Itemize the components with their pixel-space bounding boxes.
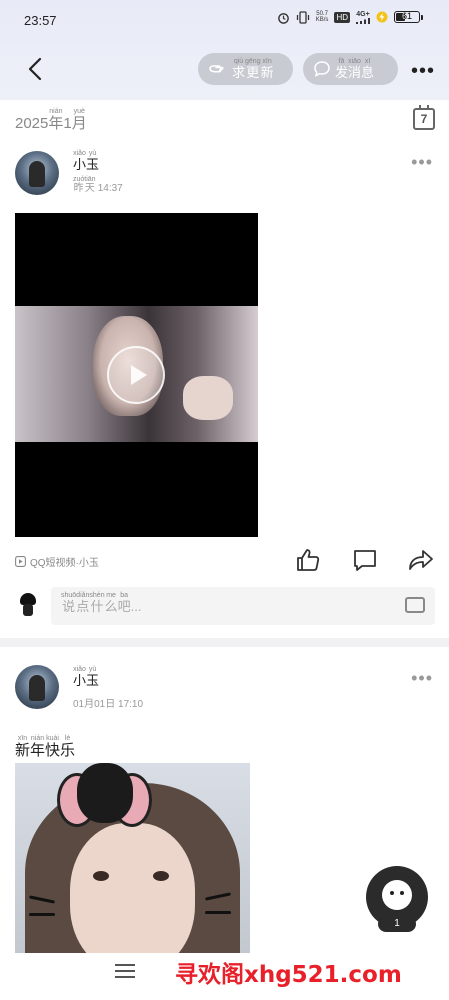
ghost-mascot-icon — [382, 880, 412, 910]
status-time: 23:57 — [24, 13, 57, 28]
watermark: 寻欢阁xhg521.com — [175, 962, 402, 988]
share-icon — [409, 550, 433, 570]
navigation-bar: 求qiú更gēng新xīn 发fā消xiāo息xī ••• — [0, 48, 449, 92]
back-icon — [28, 57, 42, 81]
more-options-button[interactable]: ••• — [411, 60, 435, 83]
date-label: 2025年nián1月yuè — [15, 108, 87, 132]
vibrate-icon — [296, 10, 310, 24]
play-icon[interactable] — [107, 346, 165, 404]
video-source-icon — [15, 556, 26, 567]
network-type: 4G+ — [356, 10, 370, 18]
like-button[interactable] — [293, 545, 323, 575]
comment-input[interactable]: 说shuō点diǎn什shén么me吧ba... — [51, 587, 435, 625]
date-year: 2025 — [15, 115, 49, 132]
video-source[interactable]: QQ短视频·小玉 — [15, 554, 99, 569]
hand-point-icon — [209, 65, 224, 73]
floating-button-count: 1 — [378, 916, 416, 932]
post-photo[interactable] — [15, 763, 250, 953]
status-icons: 50.7 KB/s HD 4G+ 61 — [277, 10, 423, 24]
comment-bar: 说shuō点diǎn什shén么me吧ba... — [15, 587, 435, 627]
share-button[interactable] — [406, 545, 436, 575]
status-bar: 23:57 50.7 KB/s HD 4G+ 61 — [0, 0, 449, 40]
send-message-label: 发fā消xiāo息xī — [335, 57, 375, 80]
send-message-button[interactable]: 发fā消xiāo息xī — [303, 53, 398, 85]
menu-button[interactable] — [115, 964, 135, 980]
chat-bubble-icon — [314, 61, 330, 77]
battery-icon: 61 — [394, 11, 423, 23]
post-author[interactable]: 小xiǎo玉yù — [73, 150, 99, 173]
comment-icon — [354, 550, 376, 571]
seek-update-button[interactable]: 求qiú更gēng新xīn — [198, 53, 293, 85]
avatar[interactable] — [15, 665, 59, 709]
date-month: 1 — [63, 115, 72, 132]
post-caption: 新xīn年nián快kuài乐lè — [15, 735, 76, 759]
net-speed-unit: KB/s — [315, 17, 329, 23]
post-author[interactable]: 小xiǎo玉yù — [73, 666, 99, 689]
comment-placeholder: 说shuō点diǎn什shén么me吧ba... — [61, 592, 142, 614]
charging-icon — [376, 10, 388, 24]
avatar[interactable] — [15, 151, 59, 195]
date-header: 2025年nián1月yuè 7 — [15, 105, 435, 138]
more-icon: ••• — [410, 60, 435, 82]
post-more-button[interactable]: ••• — [411, 668, 433, 689]
emoji-keyboard-icon[interactable] — [405, 597, 425, 613]
calendar-icon[interactable]: 7 — [413, 105, 435, 130]
signal-bars-icon — [356, 17, 370, 24]
net-speed-indicator: 50.7 KB/s — [316, 10, 329, 24]
back-button[interactable] — [20, 54, 50, 84]
battery-percent: 61 — [401, 11, 412, 21]
post-time: 昨zuó天tiān 14:37 — [73, 176, 123, 194]
current-user-avatar — [15, 591, 41, 617]
signal-indicator: 4G+ — [356, 10, 370, 24]
seek-update-label: 求qiú更gēng新xīn — [232, 57, 274, 80]
alarm-icon — [277, 10, 290, 24]
video-source-label: QQ短视频·小玉 — [30, 558, 99, 569]
post-more-button[interactable]: ••• — [411, 152, 433, 173]
like-icon — [297, 549, 320, 571]
post-time: 01月01日 17:10 — [73, 699, 144, 710]
hd-badge: HD — [334, 11, 350, 23]
video-player[interactable] — [15, 213, 258, 537]
post-divider — [0, 638, 449, 647]
comment-button[interactable] — [350, 545, 380, 575]
